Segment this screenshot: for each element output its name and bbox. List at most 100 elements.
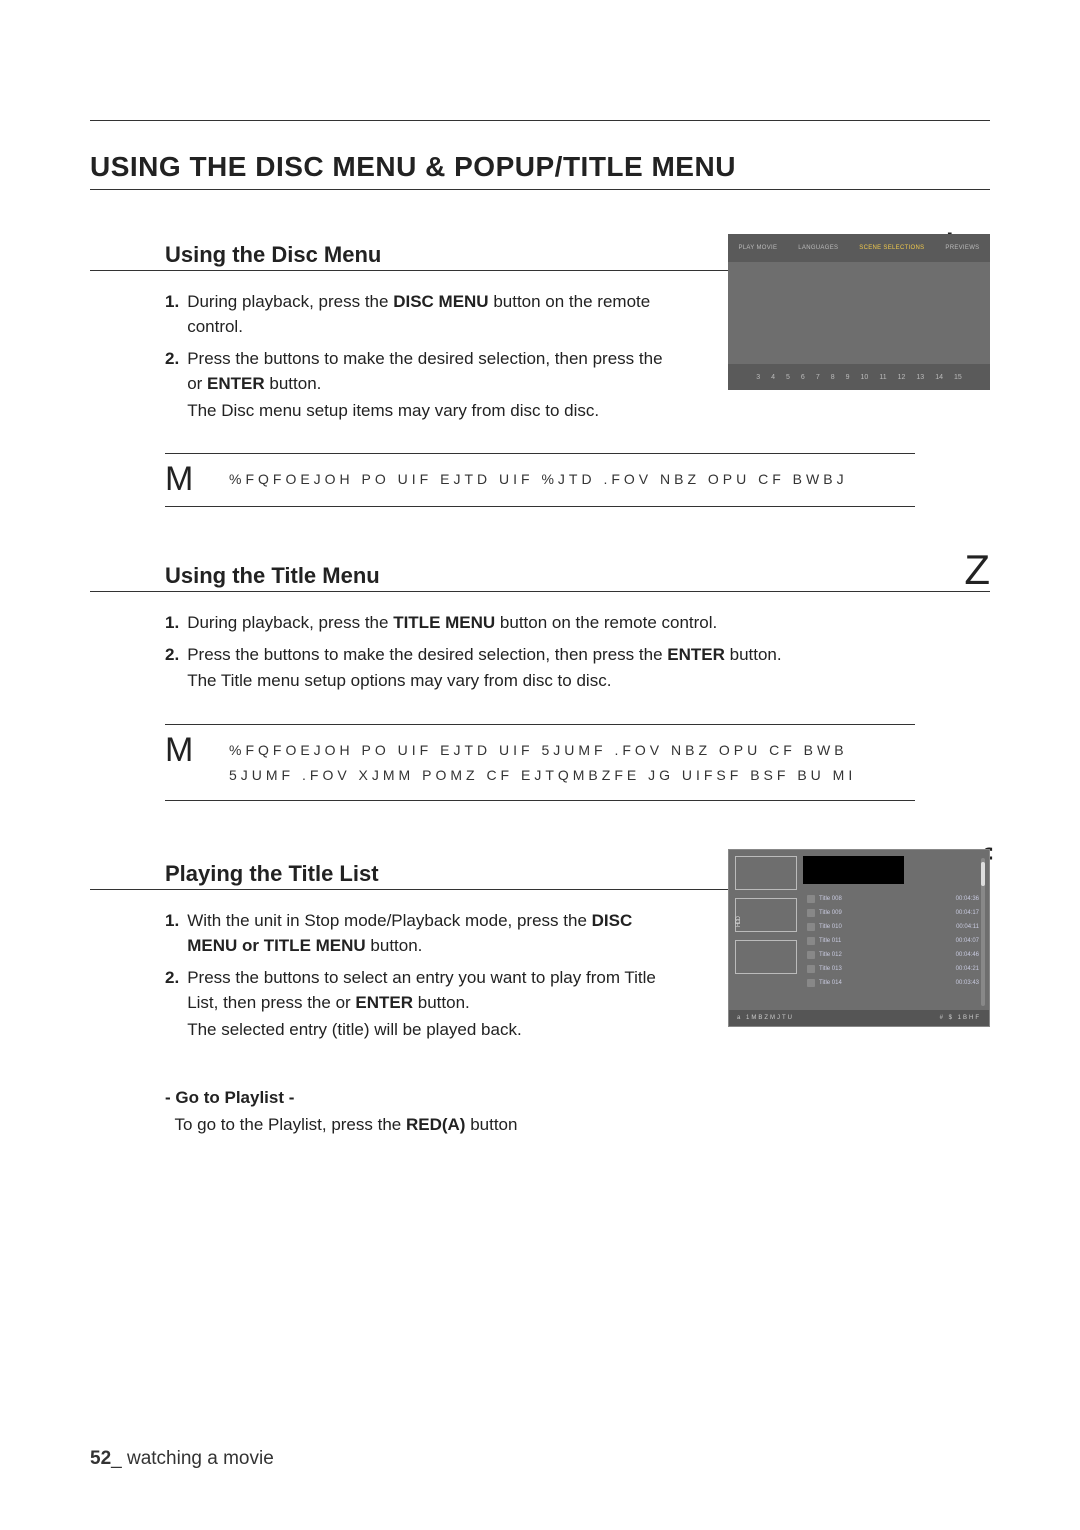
strip-right: # $ 1BHF [940,1015,981,1021]
file-dur: 00:04:11 [956,924,979,930]
note-line: 5JUMF .FOV XJMM POMZ CF EJTQMBZFE JG UIF… [229,764,915,788]
thumb [735,898,797,932]
step-text: Press the buttons to make the desired se… [187,642,990,694]
step-num: 1. [165,289,179,340]
title-list-illustration: HDD Title 00800:04:36 Title 00900:04:17 … [728,849,990,1027]
t: During playback, press the [187,613,393,632]
page-footer: 52_ watching a movie [90,1448,274,1470]
t: Press the [187,349,264,368]
disc-steps: 1. During playback, press the DISC MENU … [90,289,665,424]
titlelist-steps: 1. With the unit in Stop mode/Playback m… [90,908,665,1043]
n: 4 [771,374,775,381]
goto-head: - Go to Playlist - [165,1084,990,1111]
note-block-1: M %FQFOEJOH PO UIF EJTD UIF %JTD .FOV NB… [165,453,915,507]
scroll-knob [981,862,985,886]
thumb [735,856,797,890]
disc-mid [728,262,990,364]
bottom-strip: a 1MBZMJTU # $ 1BHF [729,1010,989,1026]
step-num: 1. [165,908,179,959]
file-icon [807,951,815,959]
step-text: Press the buttons to make the desired se… [187,346,665,424]
note-text: %FQFOEJOH PO UIF EJTD UIF 5JUMF .FOV NBZ… [229,731,915,791]
n: 11 [879,374,886,381]
t: button on the remote control. [495,613,717,632]
file-dur: 00:04:07 [956,938,979,944]
top-rule [90,120,990,121]
t: button [465,1115,517,1134]
file-icon [807,909,815,917]
t: or [187,374,207,393]
section-title-menu: Using the Title Menu Z 1. During playbac… [90,551,990,693]
disc-bar: PLAY MOVIE LANGUAGES SCENE SELECTIONS PR… [728,234,990,262]
bar-item-selected: SCENE SELECTIONS [859,245,924,251]
strip-left: a 1MBZMJTU [737,1015,794,1021]
n: 7 [816,374,820,381]
t: During playback, press the [187,292,393,311]
t-sub: The selected entry (title) will be playe… [187,1017,665,1043]
t: buttons to make the desired selection, t… [264,349,663,368]
section-title-list: Playing the Title List gf 1. With the un… [90,845,990,1042]
bar-item: PREVIEWS [945,245,979,251]
t: button. [265,374,322,393]
file-name: Title 008 [819,896,842,902]
note-text: %FQFOEJOH PO UIF EJTD UIF %JTD .FOV NBZ … [229,460,915,496]
file-dur: 00:04:46 [956,952,979,958]
file-icon [807,937,815,945]
step-text: During playback, press the TITLE MENU bu… [187,610,990,636]
page-number: 52 [90,1448,111,1469]
title-steps: 1. During playback, press the TITLE MENU… [90,610,990,694]
file-name: Title 010 [819,924,842,930]
scrollbar [981,858,985,1006]
step-text: During playback, press the DISC MENU but… [187,289,665,340]
step-num: 2. [165,642,179,694]
t: button. [413,993,470,1012]
file-icon [807,895,815,903]
t: or [336,993,356,1012]
thumb-col [735,856,797,990]
t-bold: ENTER [207,374,265,393]
go-to-playlist: - Go to Playlist - To go to the Playlist… [90,1084,990,1138]
section-disc-menu: Using the Disc Menu hZ 1. During playbac… [90,230,990,423]
note-glyph: M [165,731,195,791]
t: buttons to make the desired selection, t… [264,645,668,664]
step-num: 1. [165,610,179,636]
thumb [735,940,797,974]
file-name: Title 011 [819,938,841,944]
bar-item: LANGUAGES [798,245,838,251]
subhead-row: Using the Title Menu Z [90,551,990,592]
main-heading: USING THE DISC MENU & POPUP/TITLE MENU [90,151,990,190]
goto-body: To go to the Playlist, press the RED(A) … [165,1111,990,1138]
t-sub: The Title menu setup options may vary fr… [187,668,990,694]
note-line: %FQFOEJOH PO UIF EJTD UIF %JTD .FOV NBZ … [229,468,915,492]
n: 3 [756,374,760,381]
file-icon [807,965,815,973]
disc-foot: 3 4 5 6 7 8 9 10 11 12 13 14 15 [728,364,990,390]
t-bold: DISC MENU [393,292,488,311]
t-bold: ENTER [667,645,725,664]
bar-item: PLAY MOVIE [738,245,777,251]
subhead-title: Using the Title Menu [90,563,964,589]
t: Press the [187,968,264,987]
t-sub: The Disc menu setup items may vary from … [187,398,665,424]
step-text: Press the buttons to select an entry you… [187,965,665,1043]
file-dur: 00:04:21 [956,966,979,972]
n: 15 [954,374,962,381]
step-num: 2. [165,965,179,1043]
t: With the unit in Stop mode/Playback mode… [187,911,591,930]
n: 9 [846,374,850,381]
note-line: %FQFOEJOH PO UIF EJTD UIF 5JUMF .FOV NBZ… [229,739,915,763]
file-icon [807,923,815,931]
t: Press the [187,645,264,664]
file-rows: Title 00800:04:36 Title 00900:04:17 Titl… [803,892,983,990]
n: 12 [898,374,906,381]
n: 13 [916,374,924,381]
t: To go to the Playlist, press the [174,1115,406,1134]
title-glyph: Z [964,551,990,589]
file-name: Title 009 [819,910,842,916]
n: 10 [861,374,869,381]
n: 6 [801,374,805,381]
t-bold: RED(A) [406,1115,466,1134]
n: 14 [935,374,943,381]
file-name: Title 014 [819,980,842,986]
note-block-2: M %FQFOEJOH PO UIF EJTD UIF 5JUMF .FOV N… [165,724,915,802]
